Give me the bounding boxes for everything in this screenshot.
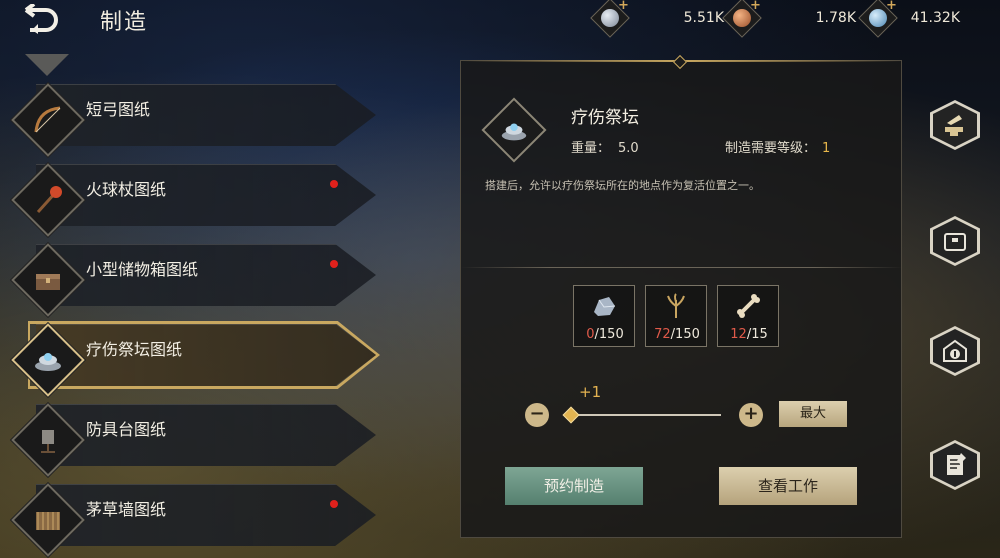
currency-bronze[interactable]: + 1.78K [722, 0, 856, 38]
quantity-slider-track[interactable] [571, 414, 721, 416]
level-label: 制造需要等级： [725, 141, 817, 156]
material-slot-fiber[interactable]: 72/150 [645, 285, 707, 347]
shop-tab-button[interactable] [930, 326, 980, 376]
blueprint-label: 小型储物箱图纸 [86, 260, 199, 279]
healing-altar-icon [481, 97, 547, 163]
currency-gem[interactable]: + 41.32K [858, 0, 960, 38]
storage-tab-button[interactable] [930, 216, 980, 266]
panel-top-ornament [672, 54, 688, 70]
blueprint-label: 短弓图纸 [86, 100, 151, 119]
back-arrow-icon [24, 2, 58, 34]
blueprint-label: 疗伤祭坛图纸 [86, 340, 183, 359]
material-count: 72/150 [654, 327, 700, 342]
material-slot-bone[interactable]: 12/15 [717, 285, 779, 347]
document-list-icon [947, 453, 966, 475]
currency-amount: 41.32K [910, 10, 960, 26]
page-title: 制造 [100, 10, 149, 35]
quantity-indicator: +1 [579, 383, 602, 401]
decrease-quantity-button[interactable]: − [525, 403, 549, 427]
blueprint-item-storage-chest[interactable]: 小型储物箱图纸 [11, 243, 376, 317]
craft-detail-panel: 疗伤祭坛 重量： 5.0 制造需要等级： 1 搭建后，允许以疗伤祭坛所在的地点作为复… [460, 54, 903, 538]
divider [461, 267, 903, 268]
weight-value: 5.0 [618, 141, 639, 156]
reserve-craft-button[interactable]: 预约制造 [505, 467, 643, 505]
max-quantity-button[interactable]: 最大 [779, 401, 847, 427]
add-currency-plus[interactable]: + [618, 0, 629, 13]
anvil-hammer-icon [945, 115, 963, 136]
currency-amount: 5.51K [683, 10, 724, 26]
bone-icon [737, 294, 760, 318]
shop-coin-icon [943, 339, 967, 362]
material-slot-stone[interactable]: 0/150 [573, 285, 635, 347]
new-badge [330, 500, 338, 508]
blueprint-label: 防具台图纸 [86, 420, 167, 439]
add-currency-plus[interactable]: + [886, 0, 897, 13]
new-badge [330, 180, 338, 188]
increase-quantity-button[interactable]: + [739, 403, 763, 427]
item-description: 搭建后，允许以疗伤祭坛所在的地点作为复活位置之一。 [485, 179, 760, 192]
weight-label: 重量： [571, 141, 611, 156]
add-currency-plus[interactable]: + [750, 0, 761, 13]
material-count: 0/150 [586, 327, 624, 342]
new-badge [330, 260, 338, 268]
blueprint-label: 火球杖图纸 [86, 180, 167, 199]
currency-amount: 1.78K [815, 10, 856, 26]
blueprint-list: 短弓图纸 火球杖图纸 小型储物箱图纸 疗伤祭坛图纸 防具台图纸 茅草墙图纸 [0, 40, 390, 558]
view-work-button[interactable]: 查看工作 [719, 467, 857, 505]
required-level: 制造需要等级： 1 [725, 137, 830, 156]
top-bar: 制造 + 5.51K + 1.78K + 41.32K [0, 0, 1000, 40]
blueprint-item-fireball-staff[interactable]: 火球杖图纸 [11, 163, 376, 237]
scroll-up-indicator[interactable] [25, 54, 69, 76]
item-weight: 重量： 5.0 [571, 137, 639, 156]
blueprint-label: 茅草墙图纸 [86, 500, 167, 519]
currency-silver[interactable]: + 5.51K [590, 0, 724, 38]
blueprint-item-short-bow[interactable]: 短弓图纸 [11, 83, 376, 157]
stone-icon [594, 297, 616, 316]
back-button[interactable] [22, 2, 62, 34]
crafting-tab-button[interactable] [930, 100, 980, 150]
blueprint-item-thatch-wall[interactable]: 茅草墙图纸 [11, 483, 376, 557]
blueprint-item-armor-stand[interactable]: 防具台图纸 [11, 403, 376, 477]
material-count: 12/15 [730, 327, 768, 342]
storage-box-icon [944, 233, 966, 251]
level-value: 1 [822, 141, 831, 156]
item-name: 疗伤祭坛 [571, 108, 639, 128]
blueprint-item-healing-altar[interactable]: 疗伤祭坛图纸 [11, 324, 376, 397]
quantity-slider-knob[interactable] [562, 406, 580, 424]
task-list-tab-button[interactable] [930, 440, 980, 490]
fiber-icon [667, 293, 685, 318]
